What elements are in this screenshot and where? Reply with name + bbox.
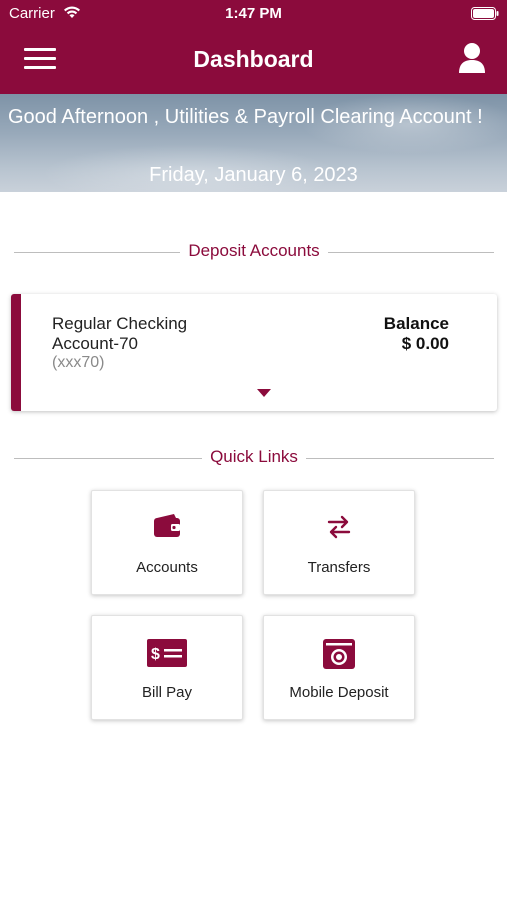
user-icon[interactable] (457, 42, 487, 76)
account-masked-number: (xxx70) (52, 354, 105, 371)
deposit-accounts-heading: Deposit Accounts (180, 241, 328, 260)
mobile-deposit-camera-icon (264, 638, 414, 669)
quick-link-accounts[interactable]: Accounts (91, 490, 243, 595)
quick-link-label: Bill Pay (141, 684, 193, 701)
greeting-banner: Good Afternoon , Utilities & Payroll Cle… (0, 94, 507, 192)
quick-link-label: Mobile Deposit (289, 684, 389, 701)
transfer-arrows-icon (264, 513, 414, 543)
quick-link-mobile-deposit[interactable]: Mobile Deposit (263, 615, 415, 720)
page-title: Dashboard (193, 46, 314, 72)
quick-link-label: Accounts (136, 559, 198, 576)
quick-link-transfers[interactable]: Transfers (263, 490, 415, 595)
balance-label: Balance (383, 314, 449, 333)
account-name: Regular Checking Account-70 (52, 314, 188, 353)
current-date: Friday, January 6, 2023 (149, 164, 358, 186)
balance-value: $ 0.00 (401, 334, 449, 353)
deposit-accounts-divider: Deposit Accounts (14, 241, 494, 263)
quick-links-divider: Quick Links (14, 447, 494, 469)
wallet-icon (92, 513, 242, 543)
status-bar: Carrier 1:47 PM (0, 0, 507, 28)
quick-links-heading: Quick Links (202, 447, 306, 466)
svg-text:$: $ (151, 646, 160, 663)
expand-caret-icon[interactable] (257, 389, 271, 397)
battery-icon (471, 7, 499, 24)
greeting-text: Good Afternoon , Utilities & Payroll Cle… (8, 106, 483, 128)
status-time: 1:47 PM (225, 5, 282, 22)
quick-link-label: Transfers (307, 559, 371, 576)
account-card[interactable]: Regular Checking Account-70 (xxx70) Bala… (11, 294, 497, 411)
bill-pay-icon: $ (92, 638, 242, 668)
quick-link-bill-pay[interactable]: $ Bill Pay (91, 615, 243, 720)
top-nav-bar: Dashboard (0, 28, 507, 94)
